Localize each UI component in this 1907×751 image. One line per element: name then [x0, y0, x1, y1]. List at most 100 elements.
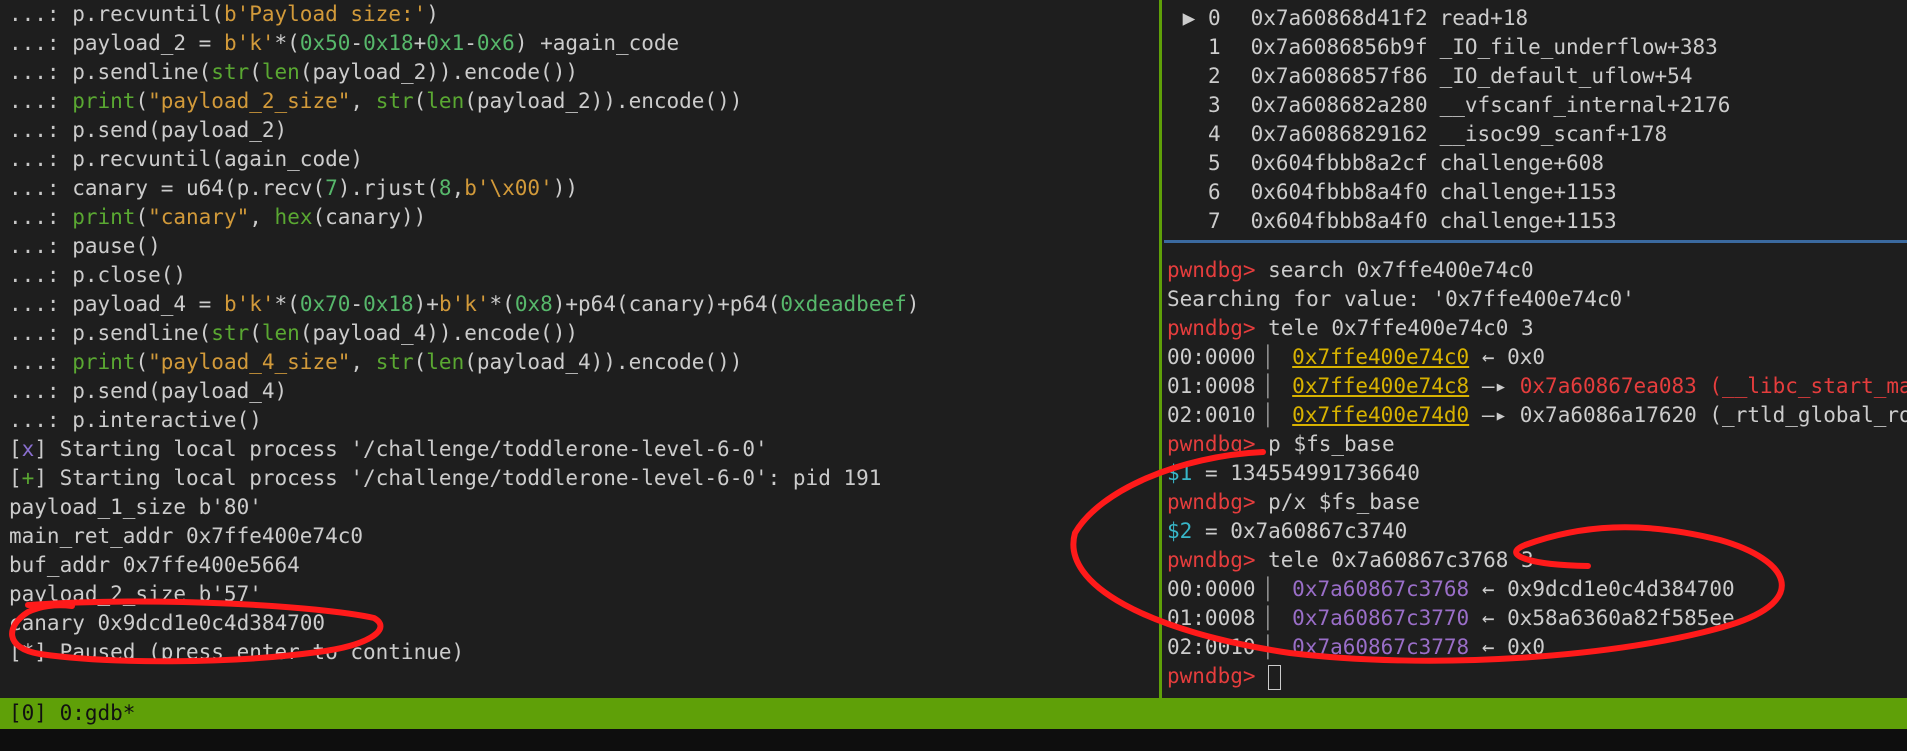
code-text: *(	[274, 31, 300, 55]
code-text: p.close()	[59, 263, 187, 287]
code-text: p.send(payload_4)	[59, 379, 288, 403]
builtin-keyword: print	[59, 350, 136, 374]
pane-divider[interactable]	[1159, 0, 1162, 698]
frame-symbol: challenge+608	[1439, 151, 1604, 175]
pointed-value: 0x0	[1507, 635, 1546, 659]
continuation-prompt: ...:	[9, 408, 60, 432]
gdb-command-line: pwndbg> search 0x7ffe400e74c0	[1164, 256, 1907, 285]
code-text: (payload_2)).encode())	[464, 89, 743, 113]
frame-marker	[1170, 35, 1208, 59]
right-gdb-pane[interactable]: ▶ 0 0x7a60868d41f2 read+18 1 0x7a6086856b9f…	[1164, 0, 1907, 698]
frame-marker	[1170, 180, 1208, 204]
frame-marker	[1170, 64, 1208, 88]
frame-index: 5	[1207, 151, 1221, 175]
continuation-prompt: ...:	[9, 147, 60, 171]
pointer-arrow: —▸	[1469, 374, 1520, 398]
frame-address: 0x7a60868d41f2	[1250, 6, 1428, 30]
code-text: (	[249, 321, 262, 345]
offset: 00:0000	[1167, 577, 1256, 601]
number-literal: 0x6	[476, 31, 515, 55]
backtrace-row: 3 0x7a608682a280 __vfscanf_internal+2176	[1164, 91, 1907, 120]
string-literal: b'\x00'	[464, 176, 553, 200]
number-literal: 0x18	[363, 31, 414, 55]
code-line: ...: print("payload_2_size", str(len(pay…	[0, 87, 1157, 116]
paused-output-line: [*] Paused (press enter to continue)	[9, 640, 465, 664]
output-text: Starting local process '/challenge/toddl…	[46, 466, 882, 490]
continuation-prompt: ...:	[9, 118, 60, 142]
frame-symbol: __isoc99_scanf+178	[1439, 122, 1668, 146]
frame-address: 0x7a608682a280	[1250, 93, 1428, 117]
code-text: canary = u64(p.recv(	[59, 176, 326, 200]
output-line: [+] Starting local process '/challenge/t…	[0, 464, 1157, 493]
frame-symbol: read+18	[1439, 6, 1529, 30]
tmux-status-bar[interactable]: [0] 0:gdb*	[0, 698, 1907, 729]
code-text: (canary))	[312, 205, 427, 229]
frame-marker	[1170, 209, 1208, 233]
frame-address: 0x7a6086857f86	[1250, 64, 1428, 88]
code-line: ...: p.sendline(str(len(payload_2)).enco…	[0, 58, 1157, 87]
output-line: main_ret_addr 0x7ffe400e74c0	[9, 524, 364, 548]
code-text: )	[426, 2, 439, 26]
continuation-prompt: ...:	[9, 2, 60, 26]
number-literal: 0x50	[299, 31, 351, 55]
pointed-value: 0x7a6086a17620 (_rtld_global_ro)	[1519, 403, 1907, 427]
tmux-window-label[interactable]: [0] 0:gdb*	[9, 701, 135, 725]
frame-marker	[1170, 93, 1208, 117]
code-text: ,	[350, 350, 376, 374]
continuation-prompt: ...:	[9, 379, 60, 403]
backtrace-row: ▶ 0 0x7a60868d41f2 read+18	[1164, 4, 1907, 33]
string-literal: b'Payload size:'	[223, 2, 427, 26]
pointed-value: 0x58a6360a82f585ee	[1507, 606, 1735, 630]
frame-address: 0x7a6086829162	[1250, 122, 1428, 146]
result-variable: $1	[1167, 461, 1193, 485]
code-text: ,	[451, 176, 465, 200]
column-separator: │	[1261, 345, 1275, 369]
offset: 01:0008	[1167, 606, 1256, 630]
pointer-arrow: ←	[1469, 635, 1508, 659]
code-text: )	[906, 292, 920, 316]
column-separator: │	[1261, 577, 1275, 601]
backtrace-section: ▶ 0 0x7a60868d41f2 read+18 1 0x7a6086856b9f…	[1164, 0, 1907, 236]
result-value: = 0x7a60867c3740	[1192, 519, 1408, 543]
continuation-prompt: ...:	[9, 60, 60, 84]
code-line: ...: p.close()	[0, 261, 1157, 290]
code-text: ).rjust(	[337, 176, 439, 200]
frame-address: 0x7a6086856b9f	[1250, 35, 1428, 59]
code-text: ) +again_code	[514, 31, 680, 55]
pointer-arrow: —▸	[1469, 403, 1520, 427]
continuation-prompt: ...:	[9, 234, 60, 258]
code-text: payload_2 =	[59, 31, 224, 55]
column-separator: │	[1261, 374, 1275, 398]
string-literal: b'k'	[223, 292, 275, 316]
string-literal: "canary"	[148, 205, 250, 229]
frame-symbol: challenge+1153	[1439, 209, 1617, 233]
code-text: *(	[489, 292, 515, 316]
string-literal: b'k'	[438, 292, 490, 316]
section-separator	[1164, 240, 1907, 243]
continuation-prompt: ...:	[9, 205, 60, 229]
command-text: tele 0x7ffe400e74c0 3	[1255, 316, 1534, 340]
code-text: p.sendline(	[59, 321, 212, 345]
builtin-keyword: hex	[274, 205, 313, 229]
gdb-input-line[interactable]: pwndbg>	[1164, 662, 1907, 691]
code-text: payload_4 =	[59, 292, 224, 316]
code-line: ...: canary = u64(p.recv(7).rjust(8,b'\x…	[0, 174, 1157, 203]
offset: 00:0000	[1167, 345, 1256, 369]
output-line: payload_2_size b'57'	[9, 582, 262, 606]
column-separator: │	[1261, 403, 1275, 427]
bracket: [	[9, 437, 22, 461]
command-text: p $fs_base	[1255, 432, 1395, 456]
code-line: ...: p.sendline(str(len(payload_4)).enco…	[0, 319, 1157, 348]
frame-symbol: _IO_file_underflow+383	[1439, 35, 1718, 59]
bracket: [	[9, 466, 22, 490]
output-line: buf_addr 0x7ffe400e5664	[9, 553, 300, 577]
pointer-arrow: ←	[1469, 606, 1508, 630]
code-text: p.recvuntil(	[59, 2, 224, 26]
builtin-keyword: str	[375, 89, 414, 113]
pointed-value: 0x0	[1507, 345, 1546, 369]
command-text: tele 0x7a60867c3768 3	[1255, 548, 1534, 572]
frame-index: 1	[1207, 35, 1221, 59]
pointer-arrow: ←	[1469, 577, 1508, 601]
continuation-prompt: ...:	[9, 321, 60, 345]
left-terminal-pane[interactable]: ...: p.recvuntil(b'Payload size:') ...: …	[0, 0, 1157, 698]
